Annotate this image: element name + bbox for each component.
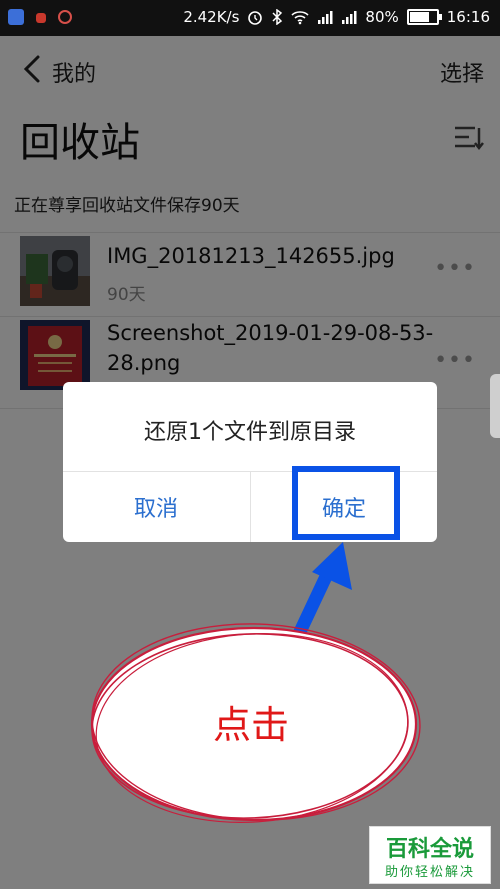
recycle-bin-screen: 2.42K/s 80% 16:16 我的 选择 回收站 正在尊享回收站文件保存9…: [0, 0, 500, 889]
watermark-logo: 百科全说 助你轻松解决: [369, 826, 491, 884]
battery-fill: [409, 12, 429, 22]
record-app-icon: [58, 10, 72, 24]
network-speed: 2.42K/s: [183, 8, 240, 26]
click-annotation: 点击: [213, 703, 290, 747]
signal-icon-2: [342, 11, 357, 24]
shield-app-icon: [8, 9, 24, 25]
home-app-icon: [36, 13, 46, 23]
notification-icons: [8, 9, 72, 25]
wifi-icon: [291, 11, 309, 25]
cancel-button[interactable]: 取消: [63, 472, 249, 542]
dialog-message: 还原1个文件到原目录: [144, 420, 356, 445]
watermark-subtitle: 助你轻松解决: [384, 865, 475, 880]
highlight-box: [292, 466, 400, 540]
battery-icon: [406, 9, 442, 25]
signal-icon-1: [318, 11, 333, 24]
alarm-icon: [248, 11, 263, 25]
clock: 16:16: [446, 8, 490, 26]
bluetooth-icon: [272, 9, 283, 25]
status-bar: 2.42K/s 80% 16:16: [0, 0, 500, 36]
status-right: 2.42K/s 80% 16:16: [183, 8, 490, 26]
scroll-handle[interactable]: [490, 374, 500, 438]
watermark-title: 百科全说: [385, 837, 474, 862]
battery-percent: 80%: [365, 8, 399, 26]
